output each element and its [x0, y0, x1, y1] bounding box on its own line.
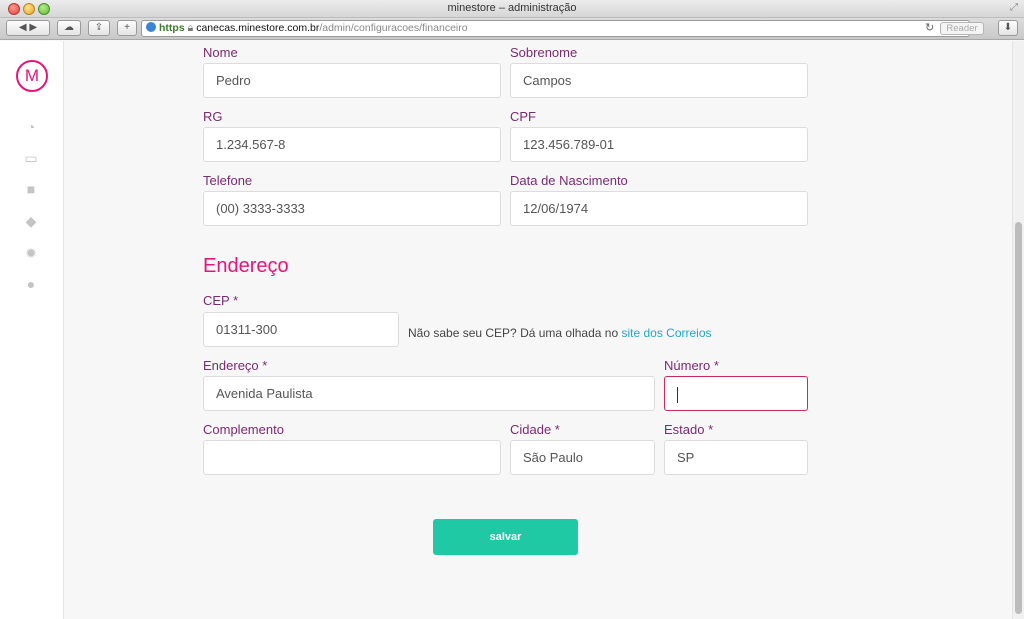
sobrenome-label: Sobrenome	[510, 45, 578, 60]
share-button[interactable]: ⇪	[88, 20, 110, 36]
share-icon: ⇪	[94, 22, 104, 33]
cpf-input[interactable]: 123.456.789-01	[510, 127, 808, 162]
complemento-input[interactable]	[203, 440, 501, 475]
download-icon: ⬇	[1003, 22, 1013, 33]
gift-icon[interactable]: ■	[23, 181, 39, 197]
main-content: Nome Pedro Sobrenome Campos RG 1.234.567…	[65, 41, 1012, 619]
cep-label: CEP *	[203, 293, 239, 308]
nome-label: Nome	[203, 45, 238, 60]
nascimento-input[interactable]: 12/06/1974	[510, 191, 808, 226]
nome-input[interactable]: Pedro	[203, 63, 501, 98]
cloud-icon: ☁	[64, 22, 74, 33]
minestore-logo[interactable]: M	[16, 60, 48, 92]
numero-label: Número *	[664, 358, 719, 373]
help-icon[interactable]: ●	[23, 276, 39, 292]
dashboard-icon[interactable]: ◔	[23, 119, 39, 135]
cidade-label: Cidade *	[510, 422, 560, 437]
cep-hint: Não sabe seu CEP? Dá uma olhada no site …	[408, 326, 712, 340]
inbox-icon[interactable]: ▭	[23, 150, 39, 166]
endereco-label: Endereço *	[203, 358, 268, 373]
browser-toolbar: ◀ ▶ ☁ ⇪ + https 🔒︎ canecas.minestore.com.…	[0, 18, 1024, 40]
fullscreen-icon[interactable]: ⤢	[1010, 2, 1018, 13]
correios-link[interactable]: site dos Correios	[621, 326, 711, 340]
url-scheme: https	[159, 22, 185, 34]
reload-icon[interactable]: ↻	[925, 21, 934, 34]
address-bar[interactable]: https 🔒︎ canecas.minestore.com.br/admin/c…	[141, 20, 970, 37]
estado-label: Estado *	[664, 422, 714, 437]
complemento-label: Complemento	[203, 422, 284, 437]
new-tab-button[interactable]: +	[117, 20, 137, 36]
plus-icon: +	[124, 22, 130, 33]
endereco-input[interactable]: Avenida Paulista	[203, 376, 655, 411]
cpf-label: CPF	[510, 109, 536, 124]
cidade-input[interactable]: São Paulo	[510, 440, 655, 475]
back-icon[interactable]: ◀	[19, 22, 27, 33]
nascimento-label: Data de Nascimento	[510, 173, 628, 188]
url-path: /admin/configuracoes/financeiro	[319, 22, 468, 34]
tag-icon[interactable]: ◆	[23, 213, 39, 229]
telefone-input[interactable]: (00) 3333-3333	[203, 191, 501, 226]
globe-icon	[146, 22, 156, 32]
back-forward-buttons[interactable]: ◀ ▶	[6, 20, 50, 36]
sidebar: M ◔ ▭ ■ ◆ ✹ ●	[0, 41, 64, 619]
scrollbar-thumb[interactable]	[1015, 222, 1022, 614]
address-section-title: Endereço	[203, 255, 289, 277]
window-title: minestore – administração	[447, 2, 577, 14]
cep-input[interactable]: 01311-300	[203, 312, 399, 347]
forward-icon[interactable]: ▶	[29, 22, 37, 33]
estado-input[interactable]: SP	[664, 440, 808, 475]
rg-label: RG	[203, 109, 223, 124]
reader-button[interactable]: Reader	[940, 22, 984, 35]
rg-input[interactable]: 1.234.567-8	[203, 127, 501, 162]
url-host: canecas.minestore.com.br	[196, 22, 320, 34]
window-titlebar: minestore – administração ⤢	[0, 0, 1024, 18]
icloud-tabs-button[interactable]: ☁	[57, 20, 81, 36]
sobrenome-input[interactable]: Campos	[510, 63, 808, 98]
telefone-label: Telefone	[203, 173, 253, 188]
save-button[interactable]: salvar	[433, 519, 578, 555]
lock-icon: 🔒︎	[187, 22, 194, 34]
cep-hint-text: Não sabe seu CEP? Dá uma olhada no	[408, 326, 619, 340]
downloads-button[interactable]: ⬇	[998, 20, 1018, 36]
numero-input[interactable]	[664, 376, 808, 411]
gear-icon[interactable]: ✹	[23, 245, 39, 261]
text-caret	[677, 386, 678, 403]
